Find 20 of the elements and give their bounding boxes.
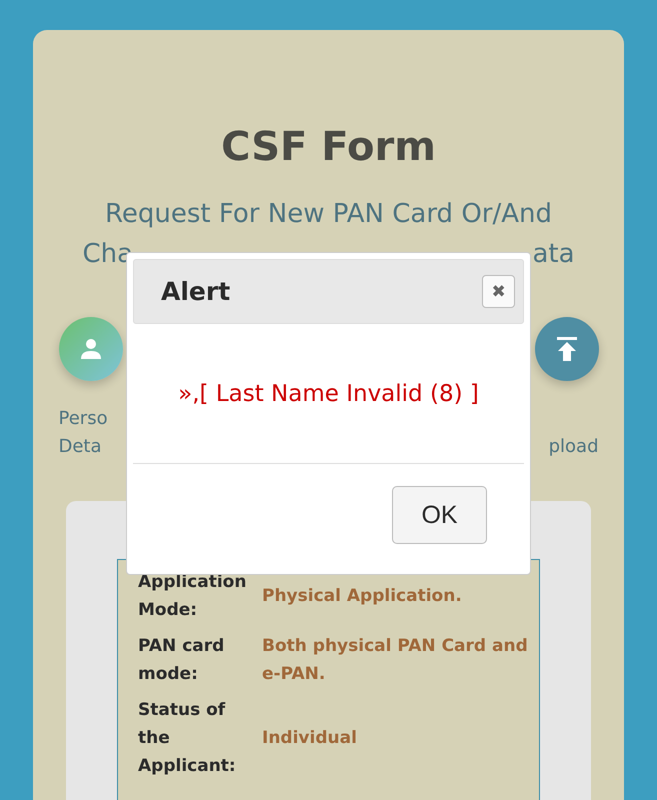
field-label: PAN card mode: bbox=[138, 635, 226, 686]
close-button[interactable]: ✖ bbox=[482, 275, 515, 308]
page-subtitle: Request For New PAN Card Or/And bbox=[104, 198, 554, 231]
dialog-title: Alert bbox=[161, 277, 230, 306]
step-label: pload bbox=[548, 435, 598, 459]
field-label: Status of the Applicant: bbox=[138, 699, 237, 778]
page-title: CSF Form bbox=[221, 124, 436, 170]
step-label: Perso bbox=[58, 407, 108, 431]
person-icon bbox=[78, 337, 102, 361]
step-button[interactable] bbox=[58, 317, 122, 381]
field-value: Physical Application. bbox=[262, 585, 463, 608]
step-button[interactable] bbox=[534, 317, 598, 381]
field-value: Both physical PAN Card and e-PAN. bbox=[262, 635, 529, 686]
upload-icon bbox=[554, 336, 578, 362]
subtitle-fragment: ata bbox=[532, 238, 574, 271]
step-label: Deta bbox=[58, 435, 102, 459]
field-value: Individual bbox=[262, 727, 358, 750]
alert-message: »,[ Last Name Invalid (8) ] bbox=[133, 324, 524, 464]
ok-button[interactable]: OK bbox=[392, 486, 487, 544]
field-label: Application Mode: bbox=[138, 571, 248, 622]
